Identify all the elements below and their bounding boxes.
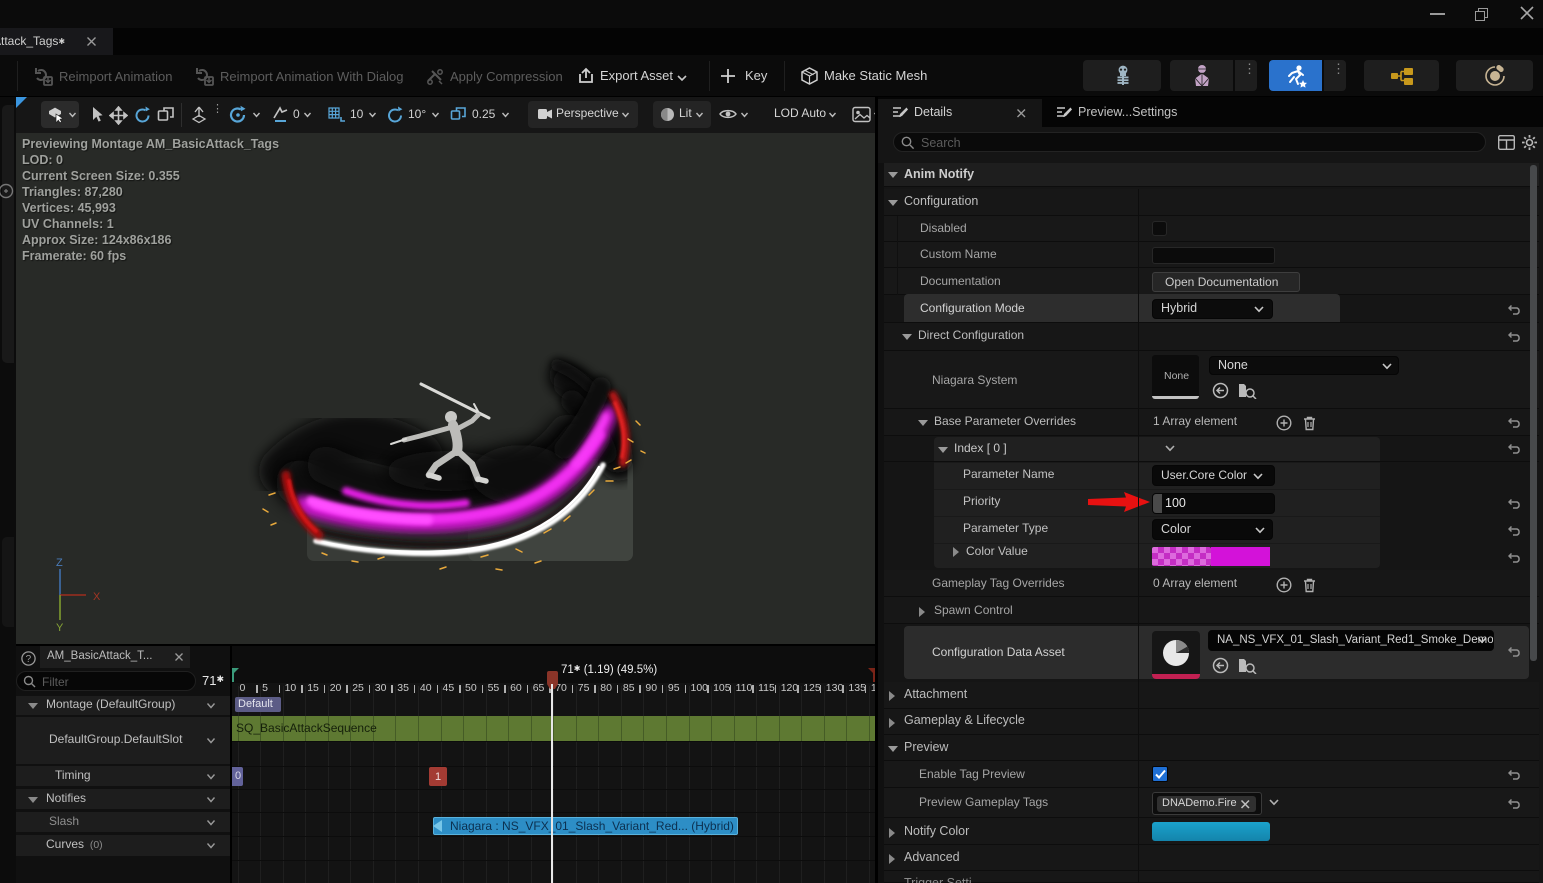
svg-text:Z: Z <box>56 557 63 569</box>
svg-text:Y: Y <box>56 622 64 634</box>
svg-text:?: ? <box>26 654 32 665</box>
svg-text:X: X <box>93 591 101 603</box>
